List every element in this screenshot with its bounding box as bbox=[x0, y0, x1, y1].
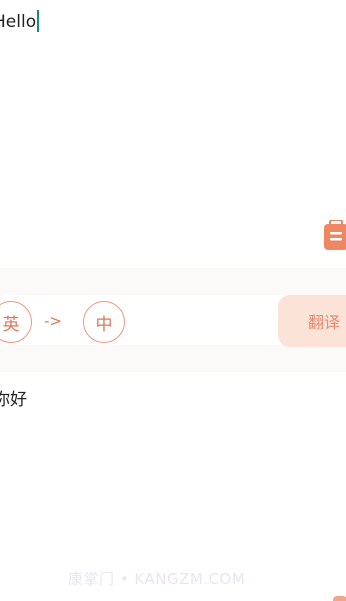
text-caret bbox=[37, 10, 40, 32]
translate-button-label: 翻译 bbox=[308, 313, 341, 332]
translation-output: 你好 bbox=[0, 388, 27, 412]
target-language-label: 中 bbox=[95, 314, 113, 335]
watermark: 康掌门 • KANGZM.COM bbox=[68, 568, 245, 589]
corner-tab bbox=[333, 596, 346, 601]
translator-page: Hello 英 -> 中 翻译 你好 康掌门 • KANGZM.COM bbox=[0, 0, 346, 601]
source-text: Hello bbox=[0, 12, 37, 32]
translate-button[interactable]: 翻译 bbox=[278, 295, 346, 347]
source-text-input[interactable]: Hello bbox=[0, 10, 40, 34]
swap-arrow-label: -> bbox=[44, 312, 62, 330]
target-language-button[interactable]: 中 bbox=[83, 301, 125, 343]
swap-arrow[interactable]: -> bbox=[44, 311, 62, 331]
clipboard-icon-graphic bbox=[324, 219, 346, 250]
clipboard-icon[interactable] bbox=[324, 219, 346, 250]
output-text: 你好 bbox=[0, 390, 27, 410]
source-input-area[interactable]: Hello bbox=[0, 0, 346, 220]
source-language-label: 英 bbox=[2, 314, 20, 335]
watermark-text: 康掌门 • KANGZM.COM bbox=[68, 570, 246, 588]
